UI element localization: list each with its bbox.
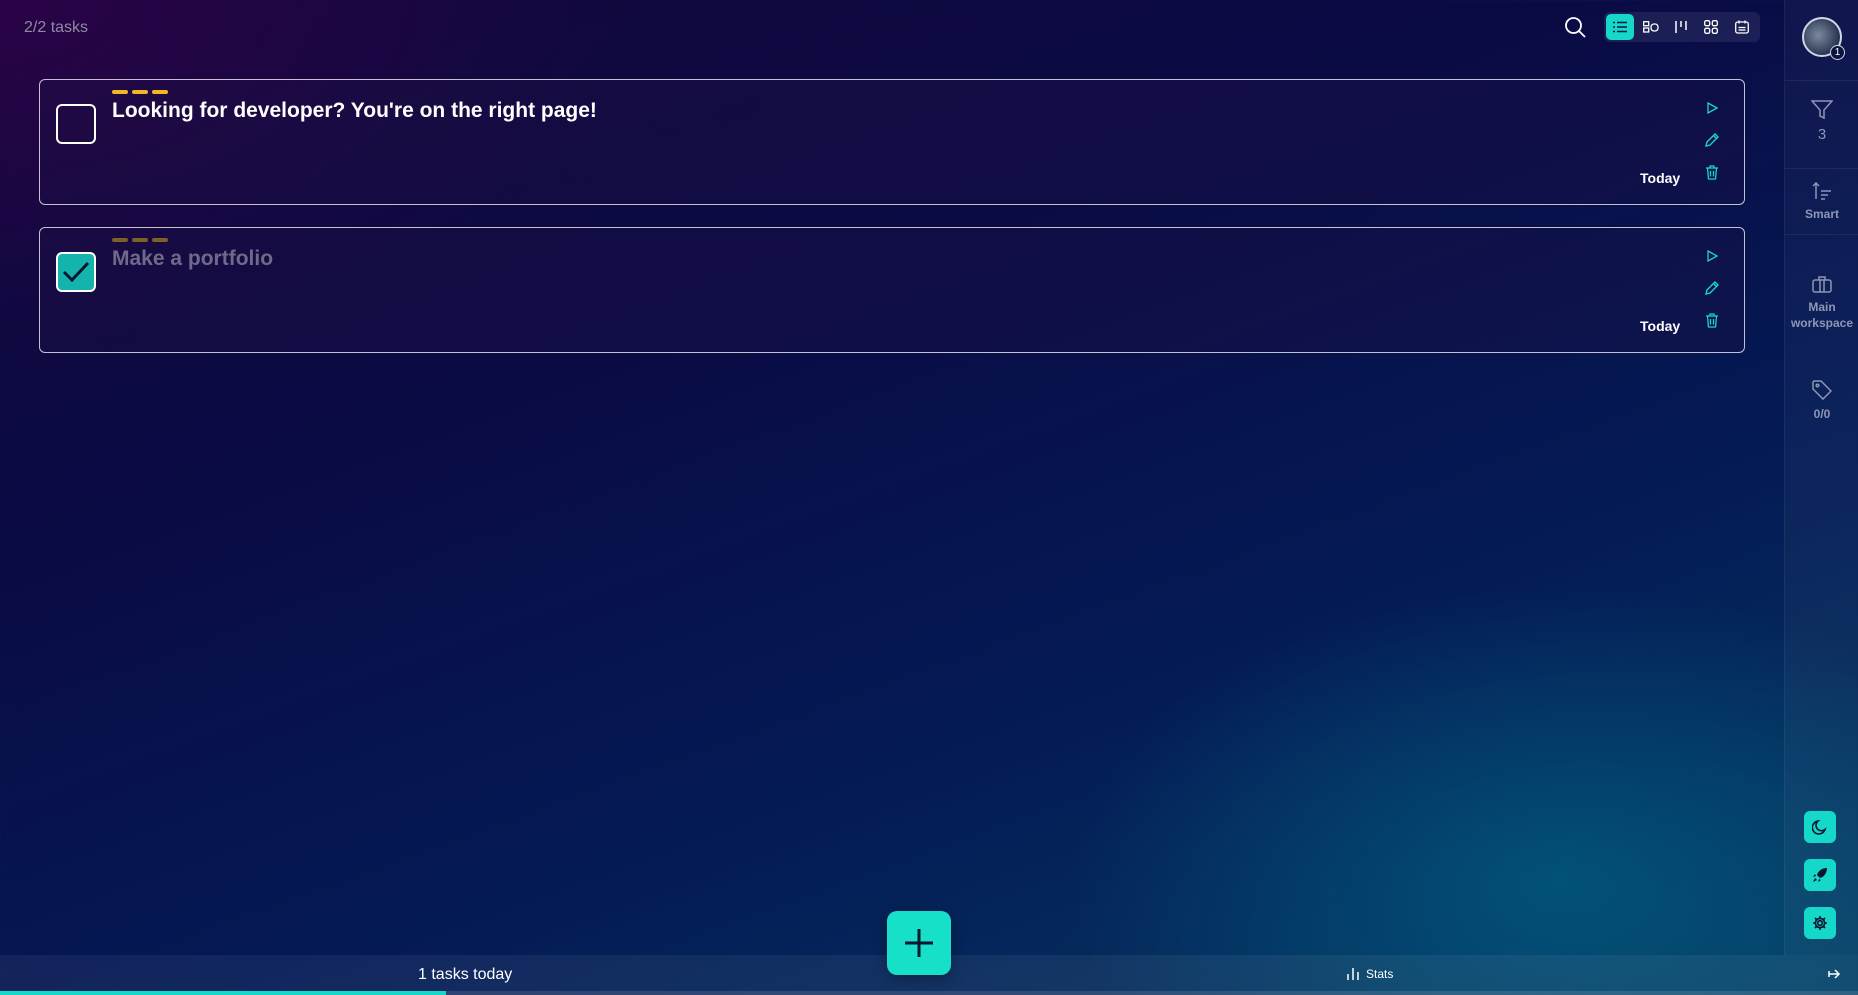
workspace-label: Main workspace: [1790, 300, 1854, 330]
sidebar-divider: [1785, 234, 1858, 235]
task-title: Make a portfolio: [112, 247, 274, 270]
daily-progress-bar: [0, 991, 1858, 995]
task-due-date: Today: [1640, 170, 1681, 186]
add-task-button[interactable]: [887, 911, 951, 975]
task-due-date: Today: [1640, 318, 1681, 334]
calendar-icon: [1734, 20, 1749, 34]
edit-task-button[interactable]: [1702, 130, 1722, 150]
user-avatar-button[interactable]: 1: [1802, 17, 1845, 60]
view-grid-button[interactable]: [1697, 14, 1725, 40]
task-list: Looking for developer? You're on the rig…: [39, 79, 1745, 375]
task-actions: [1702, 98, 1722, 182]
stats-button[interactable]: Stats: [1346, 967, 1393, 981]
task-checkbox[interactable]: [56, 252, 96, 292]
settings-button[interactable]: [1804, 907, 1836, 939]
checkmark-icon: [62, 261, 90, 283]
briefcase-icon: [1812, 276, 1832, 293]
trash-icon: [1706, 312, 1718, 328]
sign-out-icon: [1828, 969, 1841, 979]
edit-task-button[interactable]: [1702, 278, 1722, 298]
sidebar-filter[interactable]: 3: [1785, 100, 1858, 143]
gear-icon: [1813, 916, 1827, 930]
priority-indicator: [112, 238, 168, 242]
search-button[interactable]: [1560, 12, 1590, 42]
task-title: Looking for developer? You're on the rig…: [112, 99, 597, 122]
task-checkbox[interactable]: [56, 104, 96, 144]
view-list-button[interactable]: [1606, 14, 1635, 40]
tag-icon: [1812, 380, 1832, 400]
bar-chart-icon: [1347, 968, 1359, 980]
sidebar-divider: [1785, 168, 1858, 169]
rocket-button[interactable]: [1804, 859, 1836, 891]
view-switcher: [1604, 12, 1760, 42]
sidebar-sort[interactable]: Smart: [1785, 182, 1858, 222]
grid-icon: [1704, 20, 1719, 34]
pencil-icon: [1705, 281, 1719, 295]
logout-button[interactable]: [1826, 966, 1844, 984]
view-cards-button[interactable]: [1636, 14, 1664, 40]
list-icon: [1613, 21, 1628, 33]
rocket-icon: [1813, 868, 1827, 882]
view-columns-button[interactable]: [1667, 14, 1695, 40]
start-task-button[interactable]: [1702, 246, 1722, 266]
pencil-icon: [1705, 133, 1719, 147]
start-task-button[interactable]: [1702, 98, 1722, 118]
top-toolbar: [1560, 12, 1760, 42]
sidebar-divider: [1785, 80, 1858, 81]
filter-count: 3: [1817, 126, 1827, 143]
avatar-badge: 1: [1830, 45, 1845, 60]
sidebar-workspace[interactable]: Main workspace: [1785, 275, 1858, 331]
play-icon: [1707, 250, 1718, 262]
play-icon: [1707, 102, 1718, 114]
dark-mode-button[interactable]: [1804, 811, 1836, 843]
sort-label: Smart: [1804, 207, 1839, 221]
delete-task-button[interactable]: [1702, 310, 1722, 330]
task-card[interactable]: Looking for developer? You're on the rig…: [39, 79, 1745, 205]
plus-icon: [905, 929, 933, 957]
cards-icon: [1642, 21, 1659, 33]
moon-icon: [1812, 819, 1827, 835]
progress-fill: [0, 991, 446, 995]
tags-count: 0/0: [1813, 407, 1831, 421]
trash-icon: [1706, 164, 1718, 180]
columns-icon: [1675, 21, 1687, 33]
view-calendar-button[interactable]: [1728, 14, 1756, 40]
search-icon: [1565, 17, 1586, 38]
sidebar-tags[interactable]: 0/0: [1785, 380, 1858, 422]
priority-indicator: [112, 90, 168, 94]
right-sidebar: 1 3 Smart Main workspace 0/0: [1784, 0, 1858, 955]
stats-label: Stats: [1366, 967, 1394, 981]
sort-icon: [1812, 182, 1831, 200]
task-card[interactable]: Make a portfolio Today: [39, 227, 1745, 353]
today-task-count: 1 tasks today: [418, 966, 513, 983]
task-count: 2/2 tasks: [24, 19, 89, 36]
filter-icon: [1811, 100, 1833, 120]
delete-task-button[interactable]: [1702, 162, 1722, 182]
task-actions: [1702, 246, 1722, 330]
